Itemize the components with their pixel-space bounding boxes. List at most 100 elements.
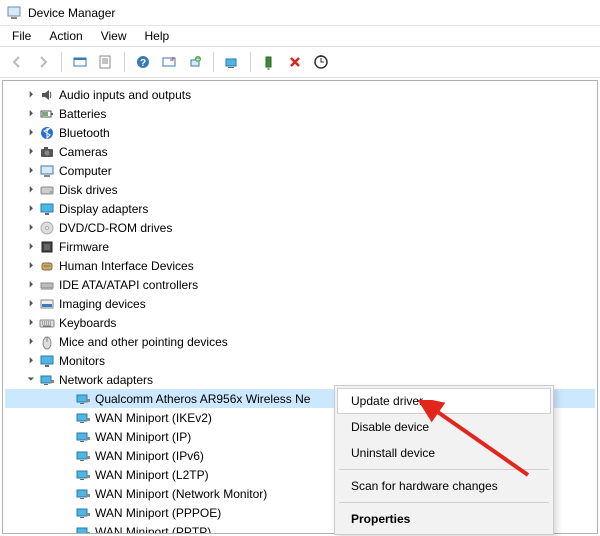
category-label: Bluetooth xyxy=(59,126,110,140)
tree-category[interactable]: ⏵ Human Interface Devices xyxy=(5,256,595,275)
tree-category[interactable]: ⏵ Computer xyxy=(5,161,595,180)
disk-icon xyxy=(39,182,55,198)
svg-text:?: ? xyxy=(140,58,146,69)
context-menu-item[interactable]: Uninstall device xyxy=(337,440,551,466)
network-adapter-icon xyxy=(75,391,91,407)
menu-file[interactable]: File xyxy=(4,28,39,44)
dvd-icon xyxy=(39,220,55,236)
toolbar: ? + xyxy=(0,46,600,78)
category-label: Keyboards xyxy=(59,316,116,330)
category-label: Monitors xyxy=(59,354,105,368)
tree-category[interactable]: ⏵ Firmware xyxy=(5,237,595,256)
context-menu-item[interactable]: Properties xyxy=(337,506,551,532)
expand-icon[interactable]: ⏵ xyxy=(25,336,37,348)
expand-icon[interactable]: ⏵ xyxy=(25,203,37,215)
scan-hardware-button[interactable] xyxy=(310,51,332,73)
context-menu-item[interactable]: Disable device xyxy=(337,414,551,440)
network-adapter-icon xyxy=(75,524,91,535)
expand-icon[interactable]: ⏵ xyxy=(25,355,37,367)
tree-category[interactable]: ⏵ Mice and other pointing devices xyxy=(5,332,595,351)
device-label: WAN Miniport (Network Monitor) xyxy=(95,487,267,501)
expand-icon[interactable]: ⏵ xyxy=(25,89,37,101)
context-menu-item[interactable]: Update driver xyxy=(337,388,551,414)
device-label: WAN Miniport (IKEv2) xyxy=(95,411,212,425)
add-legacy-button[interactable]: + xyxy=(184,51,206,73)
tree-category[interactable]: ⏵ Audio inputs and outputs xyxy=(5,85,595,104)
device-label: WAN Miniport (IP) xyxy=(95,430,191,444)
context-menu-item[interactable]: Scan for hardware changes xyxy=(337,473,551,499)
expand-icon[interactable]: ⏵ xyxy=(25,298,37,310)
menu-view[interactable]: View xyxy=(93,28,135,44)
toolbar-separator xyxy=(213,52,214,72)
expand-icon[interactable]: ⏵ xyxy=(25,165,37,177)
expand-icon[interactable]: ⏵ xyxy=(25,184,37,196)
expand-icon[interactable]: ⏵ xyxy=(25,279,37,291)
menubar: File Action View Help xyxy=(0,26,600,46)
tree-category[interactable]: ⏵ Keyboards xyxy=(5,313,595,332)
tree-category[interactable]: ⏵Disk drives xyxy=(5,180,595,199)
expand-icon[interactable]: ⏵ xyxy=(25,260,37,272)
help-button[interactable]: ? xyxy=(132,51,154,73)
expand-icon[interactable]: ⏵ xyxy=(25,146,37,158)
device-label: Qualcomm Atheros AR956x Wireless Ne xyxy=(95,392,310,406)
expand-icon[interactable]: ⏵ xyxy=(25,108,37,120)
tree-category[interactable]: ⏵ IDE ATA/ATAPI controllers xyxy=(5,275,595,294)
category-label: Imaging devices xyxy=(59,297,146,311)
category-label: Audio inputs and outputs xyxy=(59,88,191,102)
battery-icon xyxy=(39,106,55,122)
context-menu-separator xyxy=(339,469,549,470)
tree-category[interactable]: ⏵ Display adapters xyxy=(5,199,595,218)
network-adapter-icon xyxy=(75,429,91,445)
show-hidden-button[interactable] xyxy=(69,51,91,73)
category-label: Computer xyxy=(59,164,112,178)
device-label: WAN Miniport (L2TP) xyxy=(95,468,209,482)
category-label: Human Interface Devices xyxy=(59,259,194,273)
network-icon xyxy=(39,372,55,388)
category-label: Mice and other pointing devices xyxy=(59,335,228,349)
properties-button[interactable] xyxy=(95,51,117,73)
titlebar: Device Manager xyxy=(0,0,600,26)
device-label: WAN Miniport (IPv6) xyxy=(95,449,204,463)
app-icon xyxy=(6,5,22,21)
category-label: Firmware xyxy=(59,240,109,254)
keyboard-icon xyxy=(39,315,55,331)
hid-icon xyxy=(39,258,55,274)
menu-help[interactable]: Help xyxy=(137,28,178,44)
tree-category[interactable]: ⏵ Imaging devices xyxy=(5,294,595,313)
category-label: Display adapters xyxy=(59,202,148,216)
tree-category[interactable]: ⏵Cameras xyxy=(5,142,595,161)
computer-icon xyxy=(39,163,55,179)
tree-category[interactable]: ⏵ DVD/CD-ROM drives xyxy=(5,218,595,237)
back-button[interactable] xyxy=(6,51,28,73)
tree-category[interactable]: ⏵ Bluetooth xyxy=(5,123,595,142)
menu-action[interactable]: Action xyxy=(41,28,90,44)
device-label: WAN Miniport (PPTP) xyxy=(95,525,211,535)
network-adapter-icon xyxy=(75,467,91,483)
category-label: IDE ATA/ATAPI controllers xyxy=(59,278,198,292)
category-label: DVD/CD-ROM drives xyxy=(59,221,172,235)
bluetooth-icon xyxy=(39,125,55,141)
network-adapter-icon xyxy=(75,486,91,502)
delete-button[interactable] xyxy=(284,51,306,73)
ide-icon xyxy=(39,277,55,293)
update-driver-button[interactable] xyxy=(221,51,243,73)
context-menu-separator xyxy=(339,502,549,503)
expand-icon[interactable]: ⏵ xyxy=(25,317,37,329)
refresh-view-button[interactable] xyxy=(158,51,180,73)
enable-device-button[interactable] xyxy=(258,51,280,73)
context-menu: Update driverDisable deviceUninstall dev… xyxy=(334,385,554,535)
imaging-icon xyxy=(39,296,55,312)
expand-icon[interactable]: ⏵ xyxy=(25,241,37,253)
tree-category[interactable]: ⏵ Monitors xyxy=(5,351,595,370)
collapse-icon[interactable]: ⏷ xyxy=(25,374,37,386)
forward-button[interactable] xyxy=(32,51,54,73)
toolbar-separator xyxy=(124,52,125,72)
firmware-icon xyxy=(39,239,55,255)
camera-icon xyxy=(39,144,55,160)
network-adapter-icon xyxy=(75,505,91,521)
tree-category[interactable]: ⏵ Batteries xyxy=(5,104,595,123)
audio-icon xyxy=(39,87,55,103)
category-label: Batteries xyxy=(59,107,106,121)
expand-icon[interactable]: ⏵ xyxy=(25,222,37,234)
expand-icon[interactable]: ⏵ xyxy=(25,127,37,139)
